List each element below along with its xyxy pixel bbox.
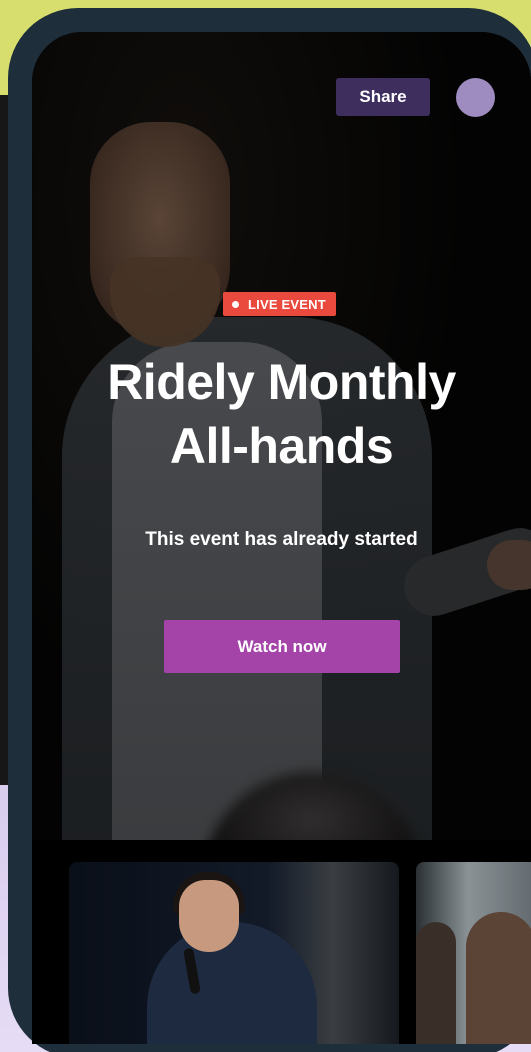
event-title-line-2: All-hands bbox=[169, 418, 394, 474]
watch-now-button[interactable]: Watch now bbox=[164, 620, 400, 673]
event-thumbnail-2[interactable] bbox=[416, 862, 531, 1044]
avatar[interactable] bbox=[456, 78, 495, 117]
live-event-label: LIVE EVENT bbox=[248, 296, 326, 312]
event-title-line-1: Ridely Monthly bbox=[107, 354, 456, 410]
live-event-badge: LIVE EVENT bbox=[223, 292, 336, 316]
phone-screen: Share LIVE EVENT Ridely Monthly All-hand… bbox=[32, 32, 531, 1044]
event-status-text: This event has already started bbox=[145, 529, 418, 550]
audience-person-2 bbox=[466, 912, 531, 1044]
presenter-face bbox=[179, 880, 239, 952]
event-title: Ridely Monthly All-hands bbox=[32, 350, 531, 478]
phone-frame: Share LIVE EVENT Ridely Monthly All-hand… bbox=[8, 8, 531, 1052]
audience-person-1 bbox=[416, 922, 456, 1044]
share-button[interactable]: Share bbox=[336, 78, 430, 116]
live-dot-icon bbox=[232, 300, 239, 308]
event-thumbnail-1[interactable] bbox=[69, 862, 399, 1044]
